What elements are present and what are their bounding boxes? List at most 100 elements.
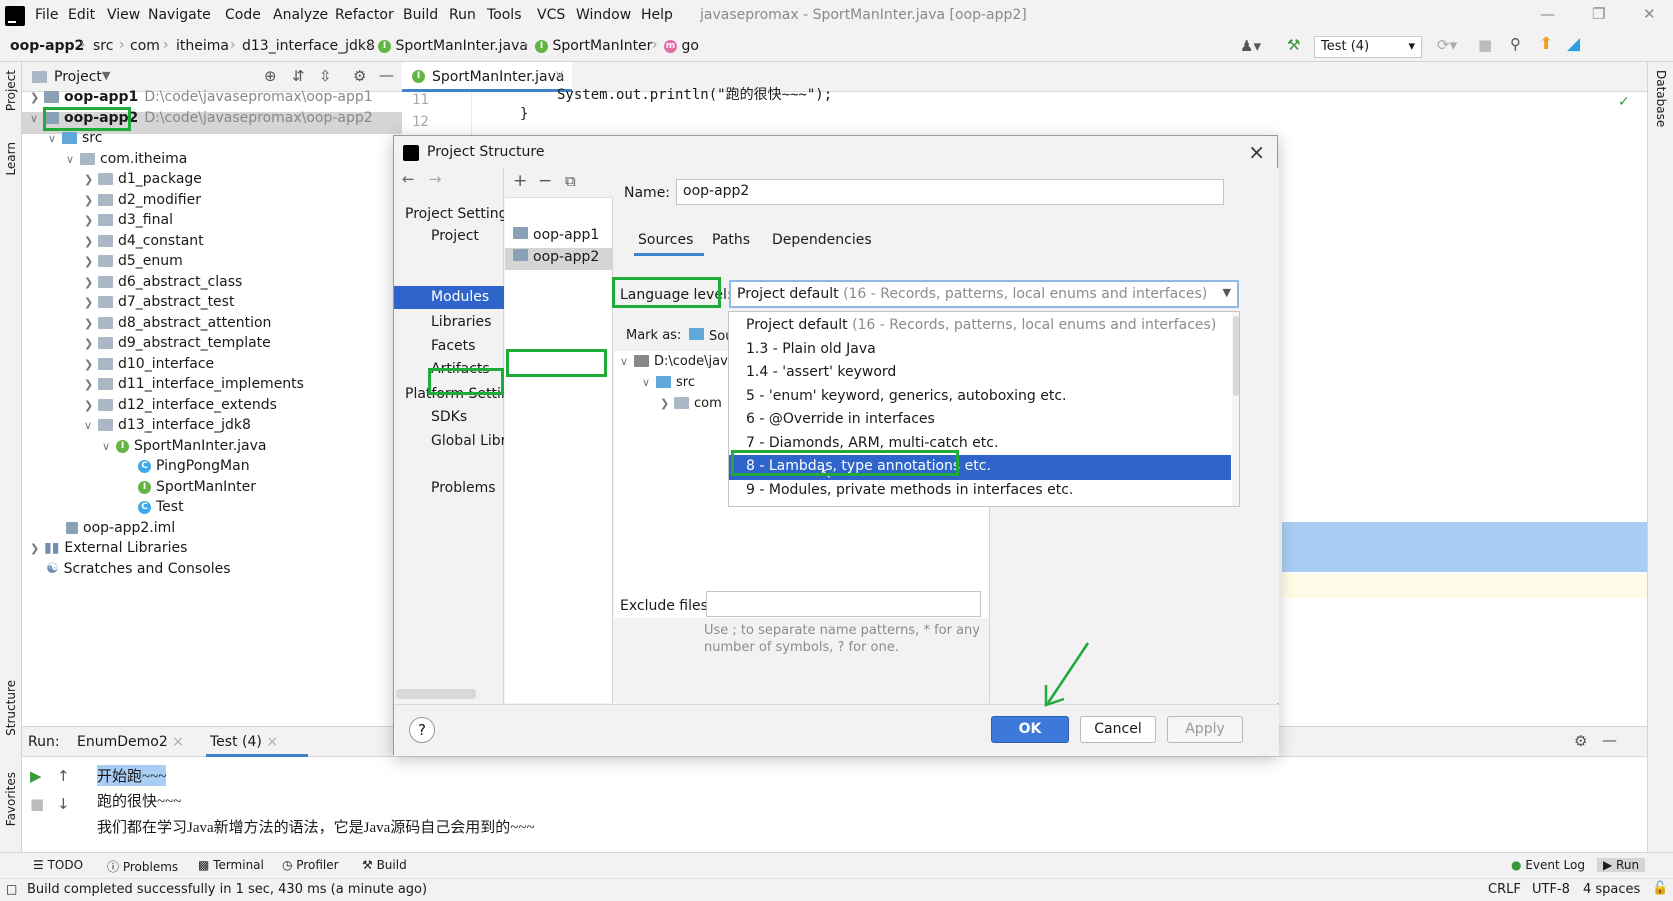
tab-dependencies[interactable]: Dependencies <box>772 232 872 248</box>
locate-icon[interactable]: ⊕ <box>264 67 277 85</box>
name-field[interactable]: oop-app2 <box>676 179 1224 205</box>
tree-interface[interactable]: I SportManInter <box>138 477 256 497</box>
tree-folder[interactable]: ❯ d11_interface_implements <box>84 374 304 394</box>
back-arrow-icon[interactable]: ← <box>402 170 415 188</box>
nav-sdks[interactable]: SDKs <box>431 409 467 425</box>
menu-help[interactable]: Help <box>641 7 673 23</box>
search-icon[interactable]: ⚲ <box>1510 35 1521 53</box>
copy-icon[interactable]: ⧉ <box>565 172 576 190</box>
tree-folder[interactable]: ❯ d10_interface <box>84 354 214 374</box>
options-scrollbar[interactable] <box>1232 312 1239 506</box>
profiler-tool[interactable]: ◷ Profiler <box>282 858 339 872</box>
run-tab-enumdemo2[interactable]: EnumDemo2 × <box>77 734 184 750</box>
option-1-4[interactable]: 1.4 - 'assert' keyword <box>729 361 1231 386</box>
database-tool-tab[interactable]: Database <box>1654 70 1668 127</box>
event-log-tool[interactable]: ● Event Log <box>1511 858 1585 872</box>
scrollbar-thumb[interactable] <box>1233 316 1239 396</box>
build-hammer-icon[interactable]: ⚒ <box>1287 36 1300 54</box>
tree-folder[interactable]: ❯ d3_final <box>84 210 173 230</box>
source-src[interactable]: ∨ src <box>642 372 695 392</box>
menu-file[interactable]: File <box>35 7 58 23</box>
stop-icon[interactable]: ■ <box>30 795 44 813</box>
tab-paths[interactable]: Paths <box>712 232 750 248</box>
collapse-all-icon[interactable]: ⇳ <box>319 67 332 85</box>
minimize-icon[interactable]: — <box>1540 5 1555 23</box>
tree-file[interactable]: ∨ I SportManInter.java <box>102 436 266 456</box>
add-icon[interactable]: + <box>513 171 527 191</box>
menu-view[interactable]: View <box>107 7 140 23</box>
option-5[interactable]: 5 - 'enum' keyword, generics, autoboxing… <box>729 385 1231 410</box>
expand-all-icon[interactable]: ⇵ <box>292 67 305 85</box>
chevron-down-icon[interactable]: ▼ <box>102 69 110 82</box>
hide-panel-icon[interactable]: — <box>1602 731 1617 749</box>
breadcrumb-itheima[interactable]: itheima <box>176 38 229 54</box>
module-item[interactable]: oop-app2 <box>513 249 599 265</box>
tree-folder[interactable]: ❯ d7_abstract_test <box>84 292 234 312</box>
lock-icon[interactable]: 🔓 <box>1652 881 1668 896</box>
profile-icon[interactable]: ⟳▾ <box>1437 36 1457 54</box>
option-1-3[interactable]: 1.3 - Plain old Java <box>729 338 1231 363</box>
module-item[interactable]: oop-app1 <box>513 227 599 243</box>
menu-navigate[interactable]: Navigate <box>148 7 211 23</box>
tree-src[interactable]: ∨ src <box>48 128 102 148</box>
tree-external-libraries[interactable]: ❯ ▮▮ External Libraries <box>30 538 187 558</box>
nav-libraries[interactable]: Libraries <box>431 314 491 330</box>
language-level-dropdown[interactable]: Project default (16 - Records, patterns,… <box>729 280 1239 308</box>
plugin-icon[interactable]: ◢ <box>1567 34 1580 54</box>
breadcrumb-module[interactable]: oop-app2 <box>10 38 84 54</box>
user-icon[interactable]: ♟▾ <box>1240 37 1261 55</box>
menu-window[interactable]: Window <box>576 7 631 23</box>
status-icon[interactable]: □ <box>6 882 17 896</box>
line-separator[interactable]: CRLF <box>1488 882 1521 897</box>
up-arrow-icon[interactable]: ↑ <box>57 767 70 785</box>
menu-refactor[interactable]: Refactor <box>335 7 394 23</box>
breadcrumb-file[interactable]: I SportManInter.java <box>378 38 528 54</box>
menu-edit[interactable]: Edit <box>68 7 95 23</box>
menu-vcs[interactable]: VCS <box>537 7 565 23</box>
nav-global-libraries[interactable]: Global Libraries <box>431 433 504 449</box>
tree-folder[interactable]: ❯ d8_abstract_attention <box>84 313 271 333</box>
breadcrumb-package[interactable]: d13_interface_jdk8 <box>242 38 375 54</box>
nav-facets[interactable]: Facets <box>431 338 475 354</box>
help-button[interactable]: ? <box>409 717 435 743</box>
tree-package[interactable]: ∨ com.itheima <box>66 149 187 169</box>
gear-icon[interactable]: ⚙ <box>1574 732 1587 750</box>
menu-code[interactable]: Code <box>225 7 261 23</box>
chevron-down-icon[interactable]: ▼ <box>1223 286 1231 299</box>
rerun-icon[interactable]: ▶ <box>30 767 42 785</box>
tree-scratches[interactable]: ☯ Scratches and Consoles <box>46 559 231 579</box>
exclude-files-field[interactable] <box>706 591 981 617</box>
code-line[interactable]: } <box>520 106 528 122</box>
tab-sources[interactable]: Sources <box>638 232 693 248</box>
breadcrumb-method[interactable]: m go <box>664 38 699 54</box>
down-arrow-icon[interactable]: ↓ <box>57 795 70 813</box>
menu-tools[interactable]: Tools <box>487 7 522 23</box>
forward-arrow-icon[interactable]: → <box>429 170 442 188</box>
tree-folder[interactable]: ❯ d2_modifier <box>84 190 201 210</box>
tree-iml[interactable]: oop-app2.iml <box>66 518 175 538</box>
cancel-button[interactable]: Cancel <box>1080 716 1156 743</box>
close-window-icon[interactable]: ✕ <box>1643 5 1656 23</box>
project-tool-tab[interactable]: Project <box>4 70 18 111</box>
ok-button[interactable]: OK <box>991 716 1069 743</box>
source-com[interactable]: ❯ com <box>660 393 722 413</box>
nav-modules[interactable]: Modules <box>431 289 489 305</box>
gear-icon[interactable]: ⚙ <box>353 67 366 85</box>
update-icon[interactable]: ⬆ <box>1539 34 1553 54</box>
menu-build[interactable]: Build <box>403 7 438 23</box>
menu-analyze[interactable]: Analyze <box>273 7 328 23</box>
option-project-default[interactable]: Project default (16 - Records, patterns,… <box>729 314 1231 339</box>
structure-tool-tab[interactable]: Structure <box>4 680 18 736</box>
indent-setting[interactable]: 4 spaces <box>1583 882 1640 897</box>
terminal-tool[interactable]: ▩ Terminal <box>198 858 264 872</box>
tree-folder[interactable]: ∨ d13_interface_jdk8 <box>84 415 251 435</box>
learn-tool-tab[interactable]: Learn <box>4 142 18 176</box>
tree-folder[interactable]: ❯ d12_interface_extends <box>84 395 277 415</box>
menu-run[interactable]: Run <box>449 7 476 23</box>
code-line[interactable]: System.out.println("跑的很快~~~"); <box>557 84 832 104</box>
run-tool[interactable]: ▶ Run <box>1597 858 1646 872</box>
stop-icon[interactable]: ■ <box>1478 36 1492 54</box>
editor-tab[interactable]: I SportManInter.java × <box>402 62 572 92</box>
breadcrumb-interface[interactable]: I SportManInter <box>535 38 652 54</box>
todo-tool[interactable]: ☰ TODO <box>33 858 83 872</box>
